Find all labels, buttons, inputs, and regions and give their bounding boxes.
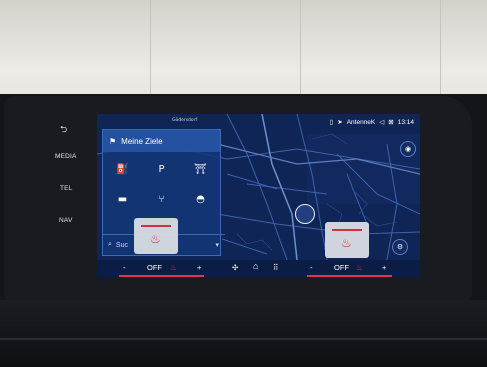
infotainment-screen[interactable]: Gödersdorf ▯ ➤ AntenneK ◁ ⊠ 13:14 ◉ ⚙ ⚑ … [97,114,420,278]
nav-button[interactable]: NAV [59,217,72,224]
left-temp-minus-button[interactable]: - [123,263,126,272]
seat-heat-level-bar [141,225,171,227]
map-label-town: Gödersdorf [172,117,198,123]
seat-heating-popup-left[interactable]: ♨ [134,218,178,254]
right-temp-plus-button[interactable]: + [382,263,386,272]
dashboard-lower [0,300,487,367]
message-icon: ⊠ [388,119,394,126]
right-temp-indicator [307,275,392,277]
seat-heating-popup-right[interactable]: ♨ [325,222,369,258]
picnic-table-icon[interactable]: ⛩ [181,156,220,182]
home-icon[interactable]: ⌂ [253,261,258,271]
right-temp-minus-button[interactable]: - [310,263,313,272]
parking-icon[interactable]: P [142,156,181,182]
fast-food-icon[interactable]: ◓ [181,186,220,212]
search-icon: ⌕ [108,241,112,248]
right-seat-heating-icon[interactable]: ♨ [356,263,363,272]
media-button[interactable]: MEDIA [55,153,77,160]
apps-grid-icon[interactable]: ⠿ [273,263,279,272]
seat-heating-icon: ♨ [150,232,161,246]
antenna-label: AntenneK [346,118,376,126]
clock: 13:14 [397,118,414,126]
dashboard-ridge [0,338,487,340]
volume-icon: ◁ [379,119,385,126]
fan-icon[interactable]: ✣ [232,263,238,272]
fuel-pump-icon[interactable]: ⛽ [103,156,142,182]
right-temp-value: OFF [334,263,349,272]
left-temp-value: OFF [147,263,162,272]
panel-header[interactable]: ⚑ Meine Ziele [103,130,220,152]
status-bar: ▯ ➤ AntenneK ◁ ⊠ 13:14 [329,118,414,127]
panel-title: Meine Ziele [121,136,163,146]
current-position-icon [295,204,315,224]
back-arrow-icon[interactable]: ⮌ [60,122,67,138]
car-icon[interactable]: ▬ [103,186,142,212]
seat-heating-icon: ♨ [341,236,352,250]
left-temp-plus-button[interactable]: + [197,263,201,272]
restaurant-icon[interactable]: ⑂ [142,186,181,212]
chevron-down-icon[interactable]: ▾ [215,241,219,249]
tel-button[interactable]: TEL [60,185,73,192]
left-temp-indicator [119,275,204,277]
left-seat-heating-icon[interactable]: ♨ [170,263,177,272]
compass-icon[interactable]: ◉ [400,141,416,157]
navigation-arrow-icon: ➤ [337,119,343,126]
destination-flag-icon: ⚑ [109,136,117,146]
climate-bar: - OFF ♨ + ✣ ⌂ ⠿ - OFF ♨ + [97,260,420,278]
settings-gear-icon[interactable]: ⚙ [392,239,408,255]
seat-heat-level-bar [332,229,362,231]
search-placeholder: Suc [115,241,128,249]
phone-icon: ▯ [329,119,334,126]
